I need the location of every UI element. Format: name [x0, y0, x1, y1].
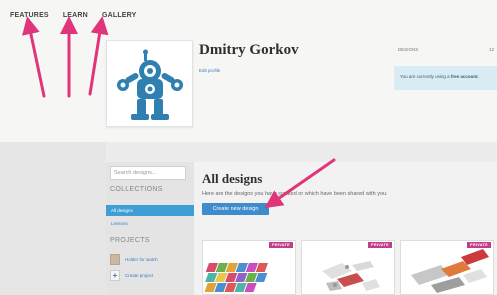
robot-avatar-icon — [117, 49, 183, 120]
profile-name: Dmitry Gorkov — [199, 42, 299, 58]
create-project-item[interactable]: + Create project — [110, 270, 153, 281]
page-title: All designs — [202, 171, 263, 186]
design-card[interactable]: PRIVATE — [400, 240, 494, 295]
nav-learn[interactable]: LEARN — [63, 12, 88, 19]
account-status-box: You are currently using a free account. — [394, 66, 497, 90]
top-navigation: FEATURES LEARN GALLERY — [10, 12, 137, 19]
avatar[interactable] — [106, 40, 193, 127]
project-thumbnail-icon — [110, 254, 120, 265]
design-card[interactable]: PRIVATE — [301, 240, 395, 295]
search-input[interactable]: Search designs... — [110, 166, 186, 180]
account-status-text: You are currently using a — [400, 74, 451, 79]
project-item-label: Holder for watch — [125, 257, 158, 262]
designs-label: DESIGNS — [398, 47, 419, 52]
design-thumbnail-icon — [204, 263, 268, 292]
nav-features[interactable]: FEATURES — [10, 12, 49, 19]
private-badge: PRIVATE — [269, 242, 293, 248]
private-badge: PRIVATE — [368, 242, 392, 248]
create-project-label: Create project — [125, 273, 154, 278]
projects-heading: PROJECTS — [110, 237, 150, 244]
plus-icon: + — [110, 270, 120, 281]
sidebar-item-lessons[interactable]: Lessons — [106, 218, 194, 229]
account-plan-link[interactable]: free account. — [451, 74, 479, 79]
project-item-holder[interactable]: Holder for watch — [110, 254, 158, 265]
design-thumbnail-icon — [411, 249, 489, 293]
design-card[interactable]: PRIVATE — [202, 240, 296, 295]
page-subtitle: Here are the designs you have created or… — [202, 191, 388, 197]
create-new-design-button[interactable]: Create new design — [202, 203, 269, 215]
design-thumbnail-icon — [322, 261, 380, 291]
collections-heading: COLLECTIONS — [110, 186, 163, 193]
designs-count: 12 — [489, 47, 495, 52]
main-panel: All designs Here are the designs you hav… — [194, 162, 497, 295]
sidebar: Search designs... COLLECTIONS All design… — [106, 162, 194, 295]
left-gutter — [0, 142, 106, 295]
edit-profile-link[interactable]: Edit profile — [199, 68, 220, 73]
private-badge: PRIVATE — [467, 242, 491, 248]
sidebar-item-all-designs[interactable]: All designs — [106, 205, 194, 216]
nav-gallery[interactable]: GALLERY — [102, 12, 137, 19]
